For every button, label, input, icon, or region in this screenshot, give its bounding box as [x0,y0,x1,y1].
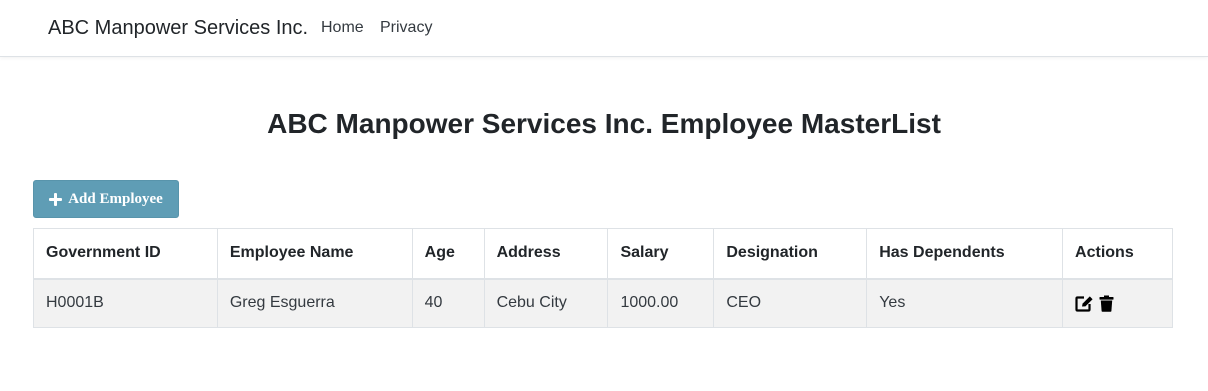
edit-icon[interactable] [1075,295,1094,312]
header-salary: Salary [607,228,715,280]
cell-employee-name: Greg Esguerra [216,278,413,328]
navbar: ABC Manpower Services Inc. Home Privacy [0,0,1208,57]
trash-icon[interactable] [1099,295,1114,312]
header-actions: Actions [1062,228,1173,280]
add-employee-button[interactable]: Add Employee [33,180,179,218]
page-title: ABC Manpower Services Inc. Employee Mast… [267,108,941,139]
header-address: Address [483,228,609,280]
table-header-row: Government ID Employee Name Age Address … [33,228,1173,280]
header-government-id: Government ID [33,228,218,280]
cell-actions [1062,278,1173,328]
brand-link[interactable]: ABC Manpower Services Inc. [48,17,308,40]
employee-table: Government ID Employee Name Age Address … [33,228,1173,328]
header-employee-name: Employee Name [216,228,413,280]
header-has-dependents: Has Dependents [866,228,1064,280]
header-age: Age [411,228,485,280]
cell-salary: 1000.00 [607,278,715,328]
nav-privacy-link[interactable]: Privacy [380,19,432,37]
plus-icon [49,192,63,206]
table-row: H0001B Greg Esguerra 40 Cebu City 1000.0… [33,278,1173,328]
cell-has-dependents: Yes [866,278,1064,328]
cell-age: 40 [411,278,485,328]
cell-government-id: H0001B [33,278,218,328]
add-employee-label: Add Employee [68,190,163,207]
nav-home-link[interactable]: Home [321,19,364,37]
header-designation: Designation [713,228,868,280]
cell-designation: CEO [713,278,868,328]
cell-address: Cebu City [483,278,609,328]
